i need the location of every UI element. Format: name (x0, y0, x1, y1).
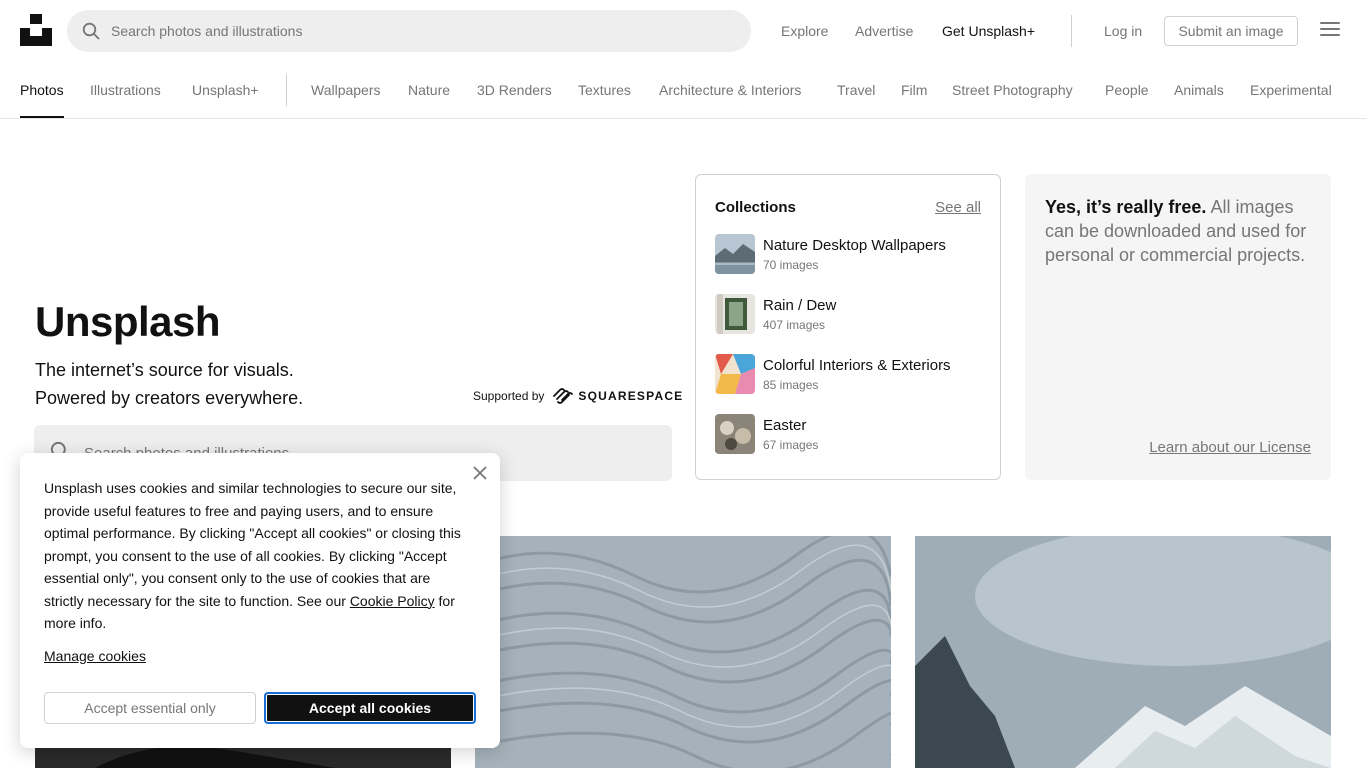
hero-subtitle-line2: Powered by creators everywhere. (35, 388, 304, 408)
tab-people[interactable]: People (1105, 62, 1149, 118)
free-license-text: Yes, it’s really free. All images can be… (1045, 195, 1315, 267)
photo-tile[interactable] (475, 536, 891, 768)
top-header: Explore Advertise Get Unsplash+ Log in S… (0, 0, 1366, 62)
close-icon[interactable] (472, 465, 488, 481)
search-icon[interactable] (81, 21, 101, 41)
tab-film[interactable]: Film (901, 62, 927, 118)
nav-advertise-link[interactable]: Advertise (855, 23, 913, 39)
free-license-headline: Yes, it’s really free. (1045, 197, 1207, 217)
cookie-consent-banner: Unsplash uses cookies and similar techno… (20, 453, 500, 748)
collections-card: Collections See all Nature Desktop Wallp… (695, 174, 1001, 480)
collection-item[interactable]: Colorful Interiors & Exteriors 85 images (715, 354, 985, 394)
collection-name[interactable]: Easter (763, 417, 806, 434)
tabs-divider (286, 74, 287, 106)
see-all-collections-link[interactable]: See all (935, 199, 981, 216)
header-divider (1071, 15, 1072, 47)
collection-name[interactable]: Nature Desktop Wallpapers (763, 237, 946, 254)
manage-cookies-link[interactable]: Manage cookies (44, 648, 146, 664)
sponsor-credit[interactable]: Supported by SQUARESPACE (473, 388, 683, 404)
hero-title: Unsplash (35, 298, 221, 345)
tab-animals[interactable]: Animals (1174, 62, 1224, 118)
tab-textures[interactable]: Textures (578, 62, 631, 118)
sponsor-name: SQUARESPACE (578, 389, 684, 403)
tab-nature[interactable]: Nature (408, 62, 450, 118)
collections-title: Collections (715, 199, 796, 216)
tab-experimental[interactable]: Experimental (1250, 62, 1332, 118)
collection-name[interactable]: Colorful Interiors & Exteriors (763, 357, 951, 374)
nav-get-unsplash-plus-link[interactable]: Get Unsplash+ (942, 23, 1035, 39)
collection-name[interactable]: Rain / Dew (763, 297, 836, 314)
cookie-message-text: Unsplash uses cookies and similar techno… (44, 480, 461, 609)
header-search-input[interactable] (111, 23, 711, 39)
cookie-message: Unsplash uses cookies and similar techno… (44, 477, 468, 635)
accept-essential-button[interactable]: Accept essential only (44, 692, 256, 724)
supported-by-label: Supported by (473, 389, 545, 403)
tab-travel[interactable]: Travel (837, 62, 875, 118)
tab-wallpapers[interactable]: Wallpapers (311, 62, 381, 118)
collection-thumbnail[interactable] (715, 414, 755, 454)
collection-item[interactable]: Rain / Dew 407 images (715, 294, 985, 334)
photo-tile[interactable] (915, 536, 1331, 768)
collection-item[interactable]: Nature Desktop Wallpapers 70 images (715, 234, 985, 274)
nav-explore-link[interactable]: Explore (781, 23, 828, 39)
collection-count: 407 images (763, 318, 826, 332)
nav-login[interactable]: Log in (1104, 0, 1142, 62)
hero-subtitle-line1: The internet’s source for visuals. (35, 360, 294, 380)
hamburger-menu-icon[interactable] (1320, 22, 1340, 40)
unsplash-logo[interactable] (20, 14, 52, 46)
hero-subtitle: The internet’s source for visuals. Power… (35, 356, 303, 412)
collection-count: 85 images (763, 378, 819, 392)
category-tabs: Photos Illustrations Unsplash+ Wallpaper… (0, 62, 1366, 119)
tab-street-photography[interactable]: Street Photography (952, 62, 1073, 118)
tab-photos[interactable]: Photos (20, 62, 64, 118)
collection-item[interactable]: Easter 67 images (715, 414, 985, 454)
tab-illustrations[interactable]: Illustrations (90, 62, 161, 118)
header-search-bar[interactable] (67, 10, 751, 52)
collection-thumbnail[interactable] (715, 234, 755, 274)
collection-count: 67 images (763, 438, 819, 452)
submit-image-button[interactable]: Submit an image (1164, 16, 1298, 46)
cookie-policy-link[interactable]: Cookie Policy (350, 593, 435, 609)
collection-count: 70 images (763, 258, 819, 272)
collection-thumbnail[interactable] (715, 354, 755, 394)
nav-advertise[interactable]: Advertise (855, 0, 913, 62)
license-link[interactable]: Learn about our License (1149, 439, 1311, 456)
login-link[interactable]: Log in (1104, 23, 1142, 39)
accept-all-cookies-button[interactable]: Accept all cookies (264, 692, 476, 724)
tab-3d-renders[interactable]: 3D Renders (477, 62, 552, 118)
squarespace-logo-icon (553, 388, 574, 404)
collection-thumbnail[interactable] (715, 294, 755, 334)
free-license-card: Yes, it’s really free. All images can be… (1025, 174, 1331, 480)
tab-architecture-interiors[interactable]: Architecture & Interiors (659, 62, 801, 118)
nav-explore[interactable]: Explore (781, 0, 828, 62)
tab-unsplash-plus[interactable]: Unsplash+ (192, 62, 259, 118)
nav-get-unsplash-plus[interactable]: Get Unsplash+ (942, 0, 1035, 62)
squarespace-logo[interactable]: SQUARESPACE (552, 388, 683, 404)
